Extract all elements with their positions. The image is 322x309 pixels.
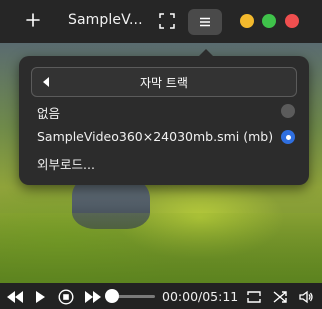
subtitle-option-label: 외부로드... (37, 157, 95, 172)
maximize-button[interactable] (262, 14, 276, 28)
menu-icon (200, 17, 210, 27)
popup-arrow (198, 49, 214, 57)
title-bar: SampleV... (0, 0, 322, 43)
playback-time: 00:00/05:11 (162, 289, 239, 304)
play-icon[interactable] (34, 289, 46, 308)
subtitle-option-label: 없음 (37, 106, 61, 121)
window-title: SampleV... (68, 12, 143, 28)
shuffle-icon[interactable] (272, 289, 288, 309)
seek-handle[interactable] (105, 289, 119, 303)
playback-controls: 00:00/05:11 (0, 283, 322, 309)
minimize-button[interactable] (240, 14, 254, 28)
subtitle-track-header[interactable]: 자막 트랙 (31, 67, 297, 97)
plus-icon[interactable] (22, 9, 44, 31)
rewind-icon[interactable] (6, 289, 24, 308)
subtitle-track-menu: 자막 트랙 없음 SampleVideo360×24030mb.smi (mb)… (19, 49, 309, 185)
fullscreen-icon[interactable] (158, 12, 176, 30)
radio-selected-icon[interactable] (281, 130, 295, 144)
menu-button[interactable] (188, 9, 222, 35)
subtitle-option-label: SampleVideo360×24030mb.smi (mb) (37, 129, 274, 144)
subtitle-option-none[interactable]: 없음 (31, 101, 295, 121)
repeat-icon[interactable] (246, 289, 262, 309)
radio-unselected-icon[interactable] (281, 104, 295, 118)
subtitle-option-smi[interactable]: SampleVideo360×24030mb.smi (mb) (31, 127, 295, 147)
subtitle-track-title: 자막 트랙 (140, 76, 188, 90)
seek-bar[interactable] (113, 295, 155, 298)
stop-icon[interactable] (58, 289, 74, 309)
video-frame-grass (0, 213, 322, 283)
close-button[interactable] (285, 14, 299, 28)
volume-icon[interactable] (298, 289, 314, 309)
fast-forward-icon[interactable] (84, 289, 102, 308)
subtitle-option-external[interactable]: 외부로드... (31, 152, 295, 172)
